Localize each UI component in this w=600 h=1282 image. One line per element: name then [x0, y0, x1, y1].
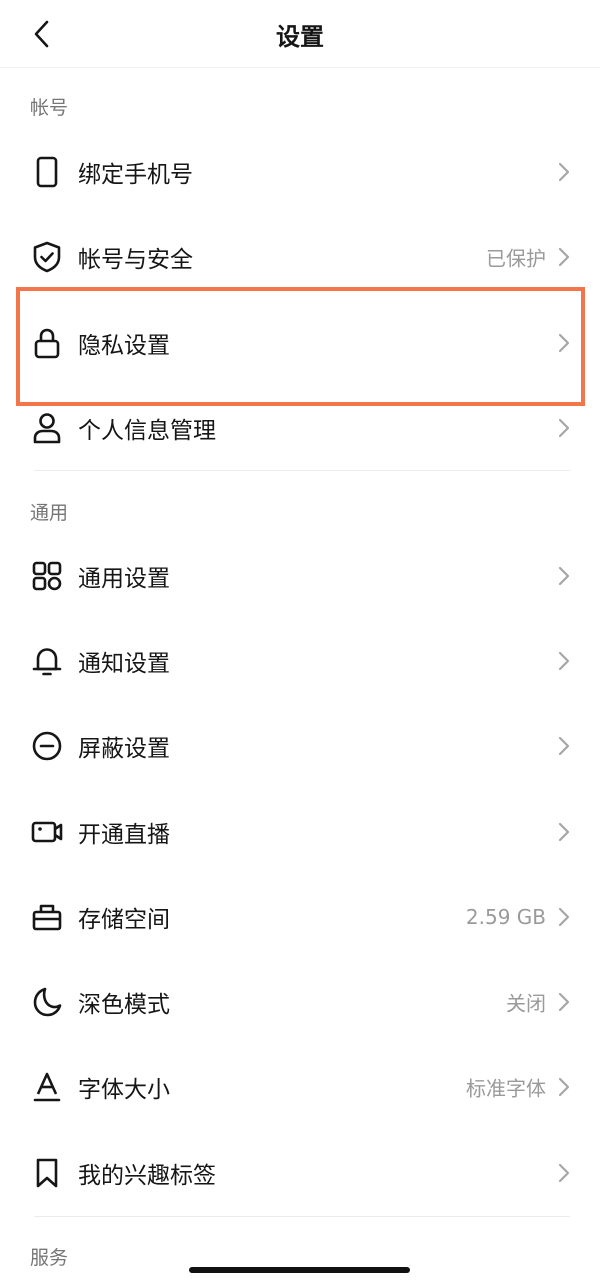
settings-item-dark-mode[interactable]: 深色模式 关闭	[0, 960, 600, 1044]
chevron-right-icon	[556, 1076, 572, 1098]
section-label-general: 通用	[30, 502, 69, 524]
chevron-right-icon	[556, 991, 572, 1013]
chevron-right-icon	[556, 332, 572, 354]
bell-icon	[30, 644, 64, 678]
shield-check-icon	[30, 240, 64, 274]
section-divider	[34, 1216, 570, 1217]
phone-icon	[30, 155, 64, 189]
video-camera-icon	[30, 815, 64, 849]
settings-item-label: 隐私设置	[78, 333, 170, 359]
settings-item-label: 开通直播	[78, 822, 170, 848]
settings-item-value: 2.59 GB	[465, 905, 546, 929]
settings-item-notification[interactable]: 通知设置	[0, 619, 600, 703]
settings-item-general[interactable]: 通用设置	[0, 534, 600, 618]
lock-icon	[30, 326, 64, 360]
settings-item-personal-info[interactable]: 个人信息管理	[0, 386, 600, 470]
settings-item-label: 深色模式	[78, 992, 170, 1018]
font-size-icon	[30, 1070, 64, 1104]
settings-item-label: 帐号与安全	[78, 247, 193, 273]
moon-icon	[30, 985, 64, 1019]
settings-item-interest-tags[interactable]: 我的兴趣标签	[0, 1131, 600, 1215]
settings-item-label: 个人信息管理	[78, 418, 216, 444]
chevron-right-icon	[556, 161, 572, 183]
chevron-right-icon	[556, 565, 572, 587]
settings-item-label: 我的兴趣标签	[78, 1163, 216, 1189]
settings-item-value: 关闭	[506, 991, 546, 1016]
person-icon	[30, 411, 64, 445]
storage-box-icon	[30, 900, 64, 934]
settings-item-label: 通用设置	[78, 566, 170, 592]
chevron-right-icon	[556, 906, 572, 928]
section-divider	[34, 470, 570, 471]
settings-item-block[interactable]: 屏蔽设置	[0, 704, 600, 788]
page-title: 设置	[276, 23, 324, 51]
settings-item-label: 屏蔽设置	[78, 736, 170, 762]
settings-item-label: 绑定手机号	[78, 162, 193, 188]
settings-item-bind-phone[interactable]: 绑定手机号	[0, 130, 600, 214]
nav-bar: 设置	[0, 0, 600, 68]
settings-item-label: 通知设置	[78, 651, 170, 677]
settings-item-value: 标准字体	[466, 1076, 546, 1101]
chevron-right-icon	[556, 735, 572, 757]
settings-item-privacy[interactable]: 隐私设置	[0, 301, 600, 385]
settings-page: 设置 帐号 绑定手机号 帐号与安全 已保护 隐私设置 个人信息管理 通用 通用设…	[0, 0, 600, 1282]
settings-item-label: 存储空间	[78, 907, 170, 933]
settings-item-value: 已保护	[486, 246, 546, 271]
home-indicator[interactable]	[189, 1267, 410, 1273]
settings-item-live-stream[interactable]: 开通直播	[0, 790, 600, 874]
settings-item-label: 字体大小	[78, 1077, 170, 1103]
grid-icon	[30, 559, 64, 593]
settings-item-storage[interactable]: 存储空间 2.59 GB	[0, 875, 600, 959]
block-icon	[30, 729, 64, 763]
section-label-account: 帐号	[30, 97, 69, 119]
settings-item-font-size[interactable]: 字体大小 标准字体	[0, 1045, 600, 1129]
chevron-right-icon	[556, 1162, 572, 1184]
chevron-right-icon	[556, 246, 572, 268]
bookmark-icon	[30, 1156, 64, 1190]
chevron-right-icon	[556, 417, 572, 439]
chevron-right-icon	[556, 821, 572, 843]
chevron-right-icon	[556, 650, 572, 672]
settings-item-account-security[interactable]: 帐号与安全 已保护	[0, 215, 600, 299]
section-label-service: 服务	[30, 1247, 69, 1269]
